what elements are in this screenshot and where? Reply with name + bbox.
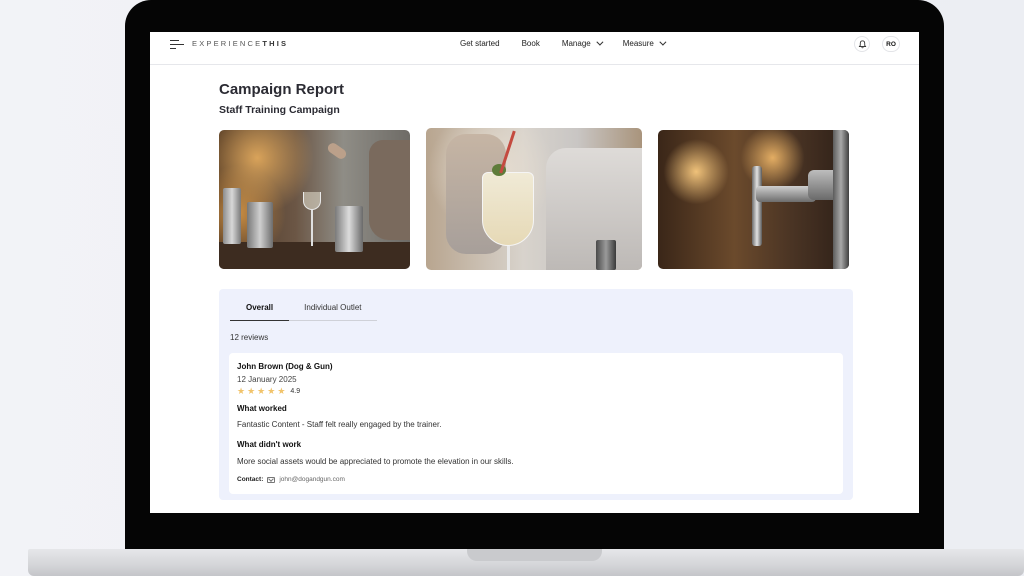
campaign-photo-bartender (219, 130, 410, 269)
laptop-screen: EXPERIENCETHIS Get started Book Manage M… (150, 32, 919, 513)
what-worked-text: Fantastic Content - Staff felt really en… (237, 420, 442, 429)
page-subtitle: Staff Training Campaign (219, 104, 340, 116)
mail-icon (267, 476, 276, 483)
nav-book[interactable]: Book (522, 39, 540, 48)
campaign-photo-beer-tap (658, 130, 849, 269)
report-panel: Overall Individual Outlet 12 reviews Joh… (219, 289, 853, 500)
bell-icon (858, 39, 866, 48)
laptop-notch (467, 549, 602, 561)
review-card: John Brown (Dog & Gun) 12 January 2025 ★… (229, 353, 843, 494)
nav-get-started[interactable]: Get started (460, 39, 500, 48)
star-icon: ★ (257, 386, 266, 396)
contact-label: Contact: (237, 476, 264, 483)
what-didnt-work-heading: What didn't work (237, 440, 302, 449)
user-avatar[interactable]: RO (882, 36, 900, 52)
notifications-button[interactable] (854, 36, 870, 52)
reviewer-name: John Brown (Dog & Gun) (237, 362, 333, 371)
tab-overall[interactable]: Overall (230, 301, 290, 321)
star-icon: ★ (247, 386, 256, 396)
rating-score: 4.9 (290, 388, 301, 395)
star-icon: ★ (267, 386, 276, 396)
chevron-down-icon (596, 38, 604, 46)
review-rating: ★ ★ ★ ★ ★ 4.9 (237, 387, 300, 396)
page-title: Campaign Report (219, 81, 345, 98)
contact-email-link[interactable]: john@dogandgun.com (279, 476, 345, 483)
review-count: 12 reviews (230, 333, 269, 342)
star-icon: ★ (277, 386, 286, 396)
chevron-down-icon (659, 38, 667, 46)
star-icon: ★ (237, 386, 246, 396)
review-date: 12 January 2025 (237, 375, 297, 384)
nav-manage[interactable]: Manage (562, 38, 604, 48)
brand-wordmark: EXPERIENCETHIS (192, 39, 289, 48)
brand-logo[interactable]: EXPERIENCETHIS (170, 32, 288, 55)
nav-links: Get started Book Manage Measure (460, 32, 686, 55)
report-tabs: Overall Individual Outlet (230, 301, 377, 321)
tab-individual-outlet[interactable]: Individual Outlet (289, 301, 377, 321)
what-worked-heading: What worked (237, 404, 287, 413)
campaign-photo-cocktail (426, 128, 642, 270)
nav-measure[interactable]: Measure (623, 38, 667, 48)
brand-mark-icon (170, 39, 184, 50)
what-didnt-work-text: More social assets would be appreciated … (237, 457, 514, 466)
contact-row: Contact: john@dogandgun.com (237, 476, 345, 483)
top-nav: EXPERIENCETHIS Get started Book Manage M… (150, 32, 919, 65)
